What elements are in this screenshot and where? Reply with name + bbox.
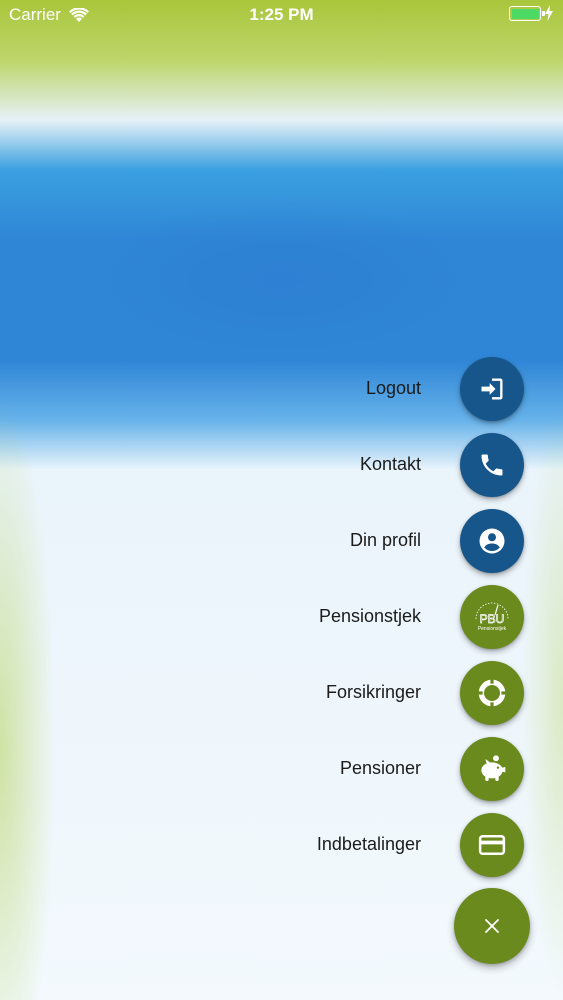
charging-icon	[545, 5, 553, 21]
pensioner-button[interactable]	[460, 737, 524, 801]
menu-item-pensioner[interactable]: Pensioner	[0, 737, 563, 801]
status-time: 1:25 PM	[249, 5, 314, 24]
close-icon	[485, 919, 499, 933]
menu-label-din-profil[interactable]: Din profil	[350, 530, 421, 551]
pbu-pensionstjek-logo-icon: PBU Pensionstjek	[475, 602, 509, 632]
close-menu-button[interactable]	[454, 888, 530, 964]
status-bar: Carrier 1:25 PM	[0, 0, 563, 30]
menu-label-pensionstjek[interactable]: Pensionstjek	[319, 606, 421, 627]
menu-label-pensioner[interactable]: Pensioner	[340, 758, 421, 779]
menu-item-indbetalinger[interactable]: Indbetalinger	[0, 813, 563, 877]
menu-item-kontakt[interactable]: Kontakt	[0, 433, 563, 497]
menu-item-pensionstjek[interactable]: Pensionstjek PBU Pensionstjek	[0, 585, 563, 649]
menu-item-logout[interactable]: Logout	[0, 357, 563, 421]
indbetalinger-button[interactable]	[460, 813, 524, 877]
din-profil-button[interactable]	[460, 509, 524, 573]
logout-button[interactable]	[460, 357, 524, 421]
phone-icon	[481, 454, 503, 476]
svg-text:PBU: PBU	[480, 612, 505, 626]
kontakt-button[interactable]	[460, 433, 524, 497]
pensionstjek-button[interactable]: PBU Pensionstjek	[460, 585, 524, 649]
logout-icon	[481, 378, 503, 400]
menu-label-indbetalinger[interactable]: Indbetalinger	[317, 834, 421, 855]
battery-icon	[509, 6, 545, 21]
profile-icon	[479, 528, 505, 554]
piggy-bank-icon	[481, 755, 506, 781]
forsikringer-button[interactable]	[460, 661, 524, 725]
menu-item-forsikringer[interactable]: Forsikringer	[0, 661, 563, 725]
credit-card-icon	[478, 835, 506, 855]
menu-label-kontakt[interactable]: Kontakt	[360, 454, 421, 475]
menu-label-logout[interactable]: Logout	[366, 378, 421, 399]
svg-text:Pensionstjek: Pensionstjek	[478, 626, 507, 632]
menu-item-din-profil[interactable]: Din profil	[0, 509, 563, 573]
menu-label-forsikringer[interactable]: Forsikringer	[326, 682, 421, 703]
battery-level	[511, 8, 539, 19]
lifebuoy-icon	[477, 678, 507, 708]
